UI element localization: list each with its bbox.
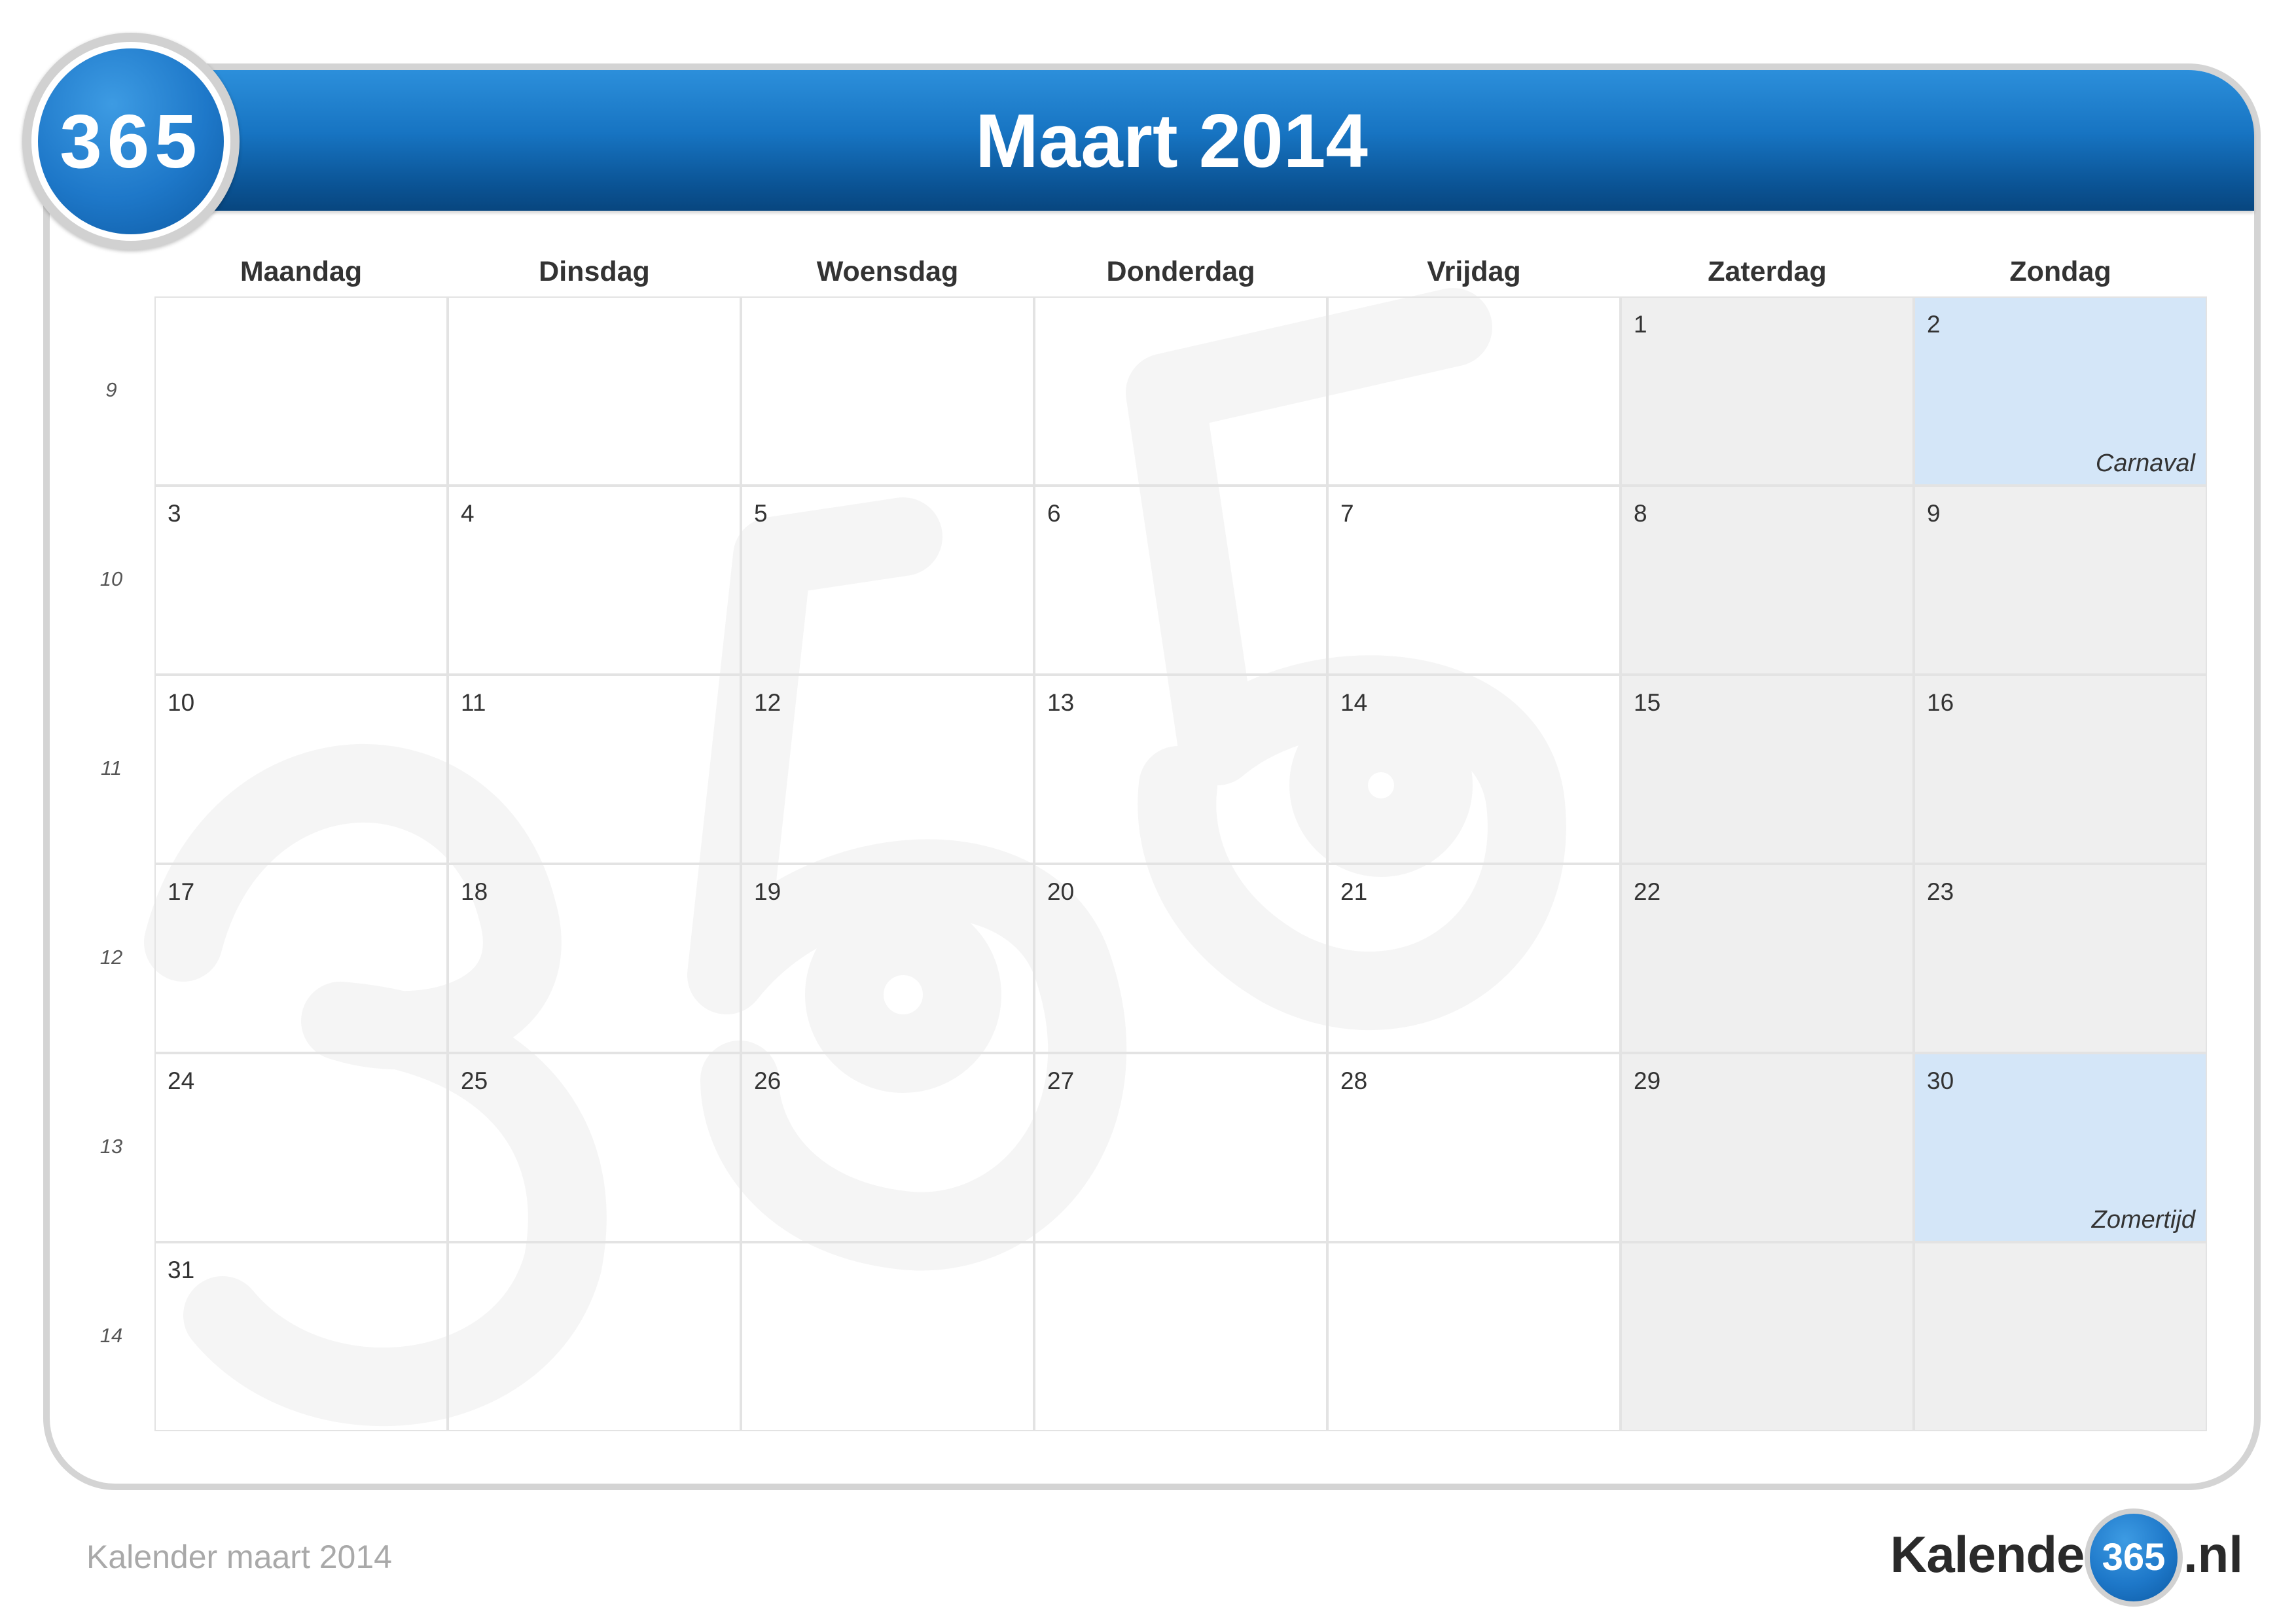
- day-number: 18: [461, 878, 488, 905]
- day-cell[interactable]: 27: [1034, 1053, 1327, 1242]
- day-number: 10: [168, 689, 195, 716]
- day-cell[interactable]: 16: [1914, 675, 2207, 864]
- day-cell-empty[interactable]: [1914, 1242, 2207, 1431]
- weekday-header-woensdag: Woensdag: [816, 256, 959, 287]
- day-number: 21: [1340, 878, 1368, 905]
- day-number: 15: [1634, 689, 1661, 716]
- brand-logo-text[interactable]: Kalender: [1890, 1525, 2104, 1584]
- day-cell-empty[interactable]: [1327, 1242, 1621, 1431]
- day-number: 27: [1047, 1067, 1075, 1094]
- day-cell-empty[interactable]: [448, 1242, 741, 1431]
- day-cell-empty[interactable]: [1034, 1242, 1327, 1431]
- day-cell[interactable]: 10: [154, 675, 448, 864]
- day-number: 4: [461, 500, 475, 527]
- day-cell-empty[interactable]: [1327, 296, 1621, 486]
- brand-logo-domain[interactable]: .nl: [2183, 1525, 2243, 1584]
- day-number: 12: [754, 689, 781, 716]
- day-number: 9: [1927, 500, 1941, 527]
- week-number: 10: [99, 567, 123, 590]
- day-number: 6: [1047, 500, 1061, 527]
- week-number: 11: [100, 757, 122, 779]
- day-cell[interactable]: 25: [448, 1053, 741, 1242]
- event-label-carnaval: Carnaval: [2095, 450, 2195, 477]
- day-number: 29: [1634, 1067, 1661, 1094]
- day-cell-empty[interactable]: [1621, 1242, 1914, 1431]
- day-cell-empty[interactable]: [741, 296, 1034, 486]
- weekday-header-zaterdag: Zaterdag: [1708, 256, 1827, 287]
- logo-365: 365: [38, 48, 224, 234]
- day-number: 17: [168, 878, 195, 905]
- day-cell[interactable]: 31: [154, 1242, 448, 1431]
- day-number: 2: [1927, 311, 1941, 338]
- day-cell[interactable]: 20: [1034, 864, 1327, 1053]
- footer-caption: Kalender maart 2014: [86, 1539, 392, 1575]
- day-cell[interactable]: 15: [1621, 675, 1914, 864]
- day-number: 19: [754, 878, 781, 905]
- day-number: 3: [168, 500, 181, 527]
- day-cell[interactable]: 9: [1914, 486, 2207, 675]
- day-number: 31: [168, 1257, 195, 1283]
- day-cell[interactable]: 28: [1327, 1053, 1621, 1242]
- day-number: 28: [1340, 1067, 1368, 1094]
- day-cell[interactable]: 3: [154, 486, 448, 675]
- day-cell[interactable]: 29: [1621, 1053, 1914, 1242]
- week-number: 14: [99, 1324, 123, 1347]
- week-number: 12: [99, 946, 123, 969]
- day-cell[interactable]: 14: [1327, 675, 1621, 864]
- day-number: 22: [1634, 878, 1661, 905]
- event-label-zomertijd: Zomertijd: [2091, 1206, 2195, 1234]
- day-cell[interactable]: 13: [1034, 675, 1327, 864]
- day-cell[interactable]: 8: [1621, 486, 1914, 675]
- weekday-header-maandag: Maandag: [240, 256, 363, 287]
- day-cell-empty[interactable]: [741, 1242, 1034, 1431]
- day-cell[interactable]: 7: [1327, 486, 1621, 675]
- day-cell[interactable]: 17: [154, 864, 448, 1053]
- brand-logo-365[interactable]: 365: [2085, 1508, 2183, 1607]
- day-number: 11: [461, 689, 486, 716]
- day-number: 16: [1927, 689, 1954, 716]
- day-cell[interactable]: 22: [1621, 864, 1914, 1053]
- day-number: 5: [754, 500, 768, 527]
- day-number: 8: [1634, 500, 1647, 527]
- day-number: 7: [1340, 500, 1354, 527]
- day-number: 20: [1047, 878, 1075, 905]
- day-number: 1: [1634, 311, 1647, 338]
- day-cell-empty[interactable]: [154, 296, 448, 486]
- day-cell[interactable]: 21: [1327, 864, 1621, 1053]
- day-number: 13: [1047, 689, 1075, 716]
- weekday-header-dinsdag: Dinsdag: [539, 256, 650, 287]
- day-cell[interactable]: 1: [1621, 296, 1914, 486]
- day-cell[interactable]: 11: [448, 675, 741, 864]
- day-number: 25: [461, 1067, 488, 1094]
- day-number: 14: [1340, 689, 1368, 716]
- day-cell[interactable]: 26: [741, 1053, 1034, 1242]
- day-number: 23: [1927, 878, 1954, 905]
- page-title: Maart 2014: [975, 98, 1368, 183]
- day-cell-holiday[interactable]: 30 Zomertijd: [1914, 1053, 2207, 1242]
- day-cell[interactable]: 4: [448, 486, 741, 675]
- day-number: 26: [754, 1067, 781, 1094]
- day-cell[interactable]: 18: [448, 864, 741, 1053]
- day-cell-empty[interactable]: [448, 296, 741, 486]
- day-number: 30: [1927, 1067, 1954, 1094]
- day-number: 24: [168, 1067, 195, 1094]
- week-number: 13: [99, 1135, 123, 1158]
- day-cell[interactable]: 6: [1034, 486, 1327, 675]
- day-cell-empty[interactable]: [1034, 296, 1327, 486]
- day-cell[interactable]: 23: [1914, 864, 2207, 1053]
- weekday-header-zondag: Zondag: [2009, 256, 2111, 287]
- day-cell[interactable]: 12: [741, 675, 1034, 864]
- weekday-header-vrijdag: Vrijdag: [1427, 256, 1521, 287]
- day-cell[interactable]: 19: [741, 864, 1034, 1053]
- weekday-header-donderdag: Donderdag: [1106, 256, 1255, 287]
- day-cell[interactable]: 5: [741, 486, 1034, 675]
- day-cell-holiday[interactable]: 2 Carnaval: [1914, 296, 2207, 486]
- week-number: 9: [105, 378, 117, 401]
- day-cell[interactable]: 24: [154, 1053, 448, 1242]
